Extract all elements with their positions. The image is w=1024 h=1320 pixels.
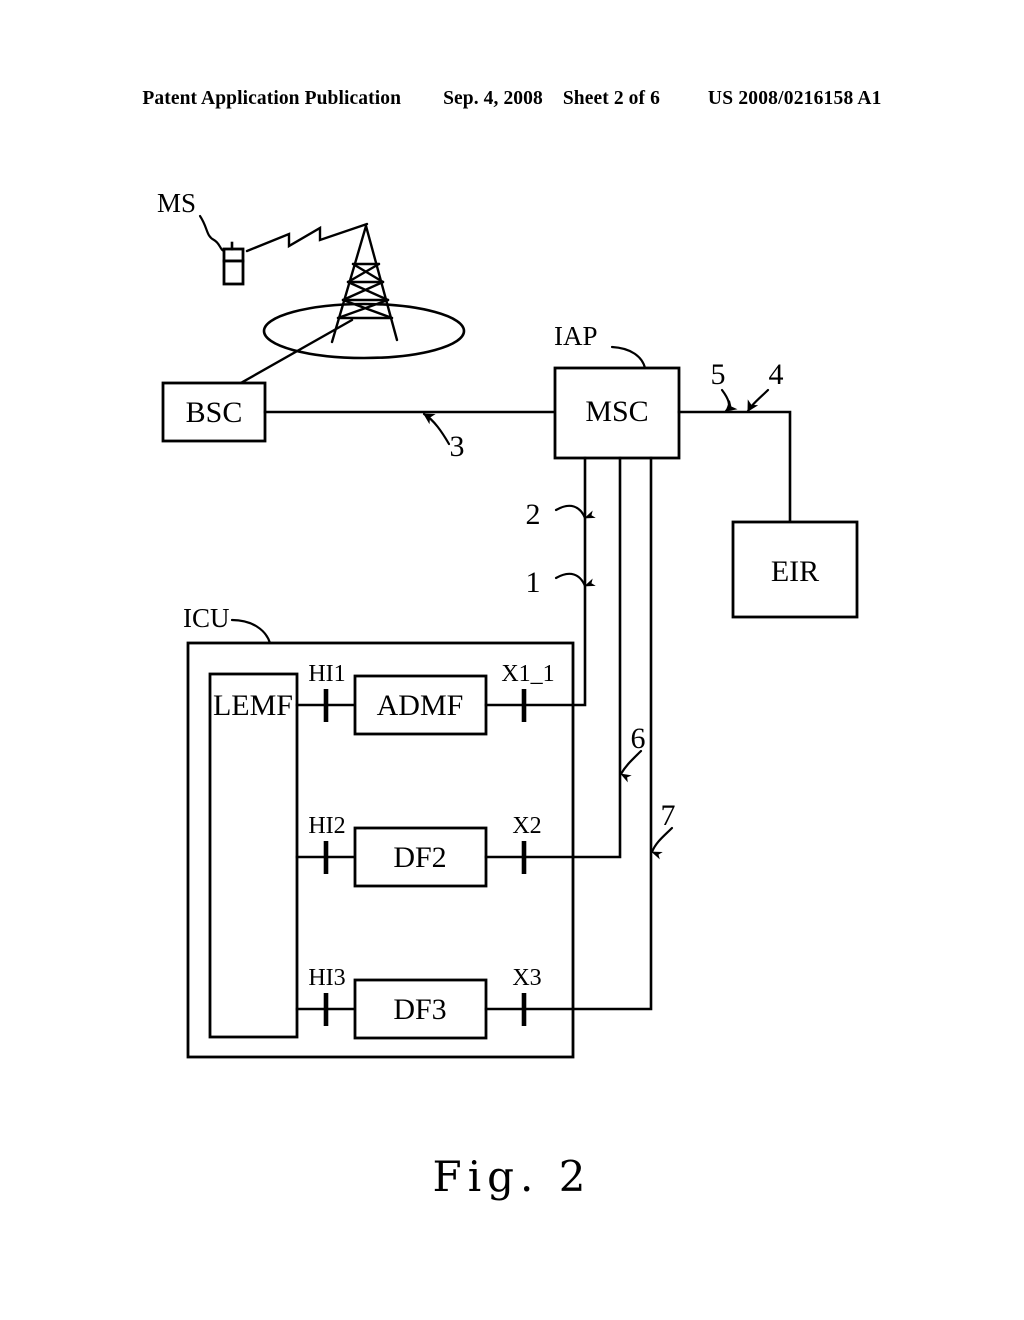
ref-numeral-2: 2 bbox=[526, 498, 541, 531]
mobile-station-group: MS bbox=[157, 188, 369, 286]
label-x1-1: X1_1 bbox=[501, 661, 554, 687]
base-station-tower-group bbox=[230, 224, 466, 390]
tower-cross-3a bbox=[341, 298, 394, 320]
ref-numeral-1: 1 bbox=[526, 566, 541, 599]
ms-handset-body bbox=[222, 259, 245, 286]
label-df2: DF2 bbox=[393, 841, 446, 874]
iap-leader-line bbox=[610, 345, 647, 370]
figure-caption: Fig. 2 bbox=[432, 1152, 592, 1201]
label-lemf: LEMF bbox=[213, 689, 293, 722]
label-hi1: HI1 bbox=[308, 661, 345, 687]
link-bsc-msc-group: 3 bbox=[263, 410, 557, 463]
ref-3-leader bbox=[422, 412, 451, 446]
ms-handset-screen bbox=[222, 247, 245, 263]
lemf-node-group: LEMF bbox=[208, 672, 299, 1039]
label-x3: X3 bbox=[512, 965, 541, 991]
ref-numeral-7: 7 bbox=[661, 799, 676, 832]
icu-leader-line bbox=[230, 618, 272, 645]
label-bsc: BSC bbox=[186, 396, 243, 429]
ref-5-leader bbox=[720, 388, 738, 413]
label-icu: ICU bbox=[183, 603, 230, 633]
ref-1-leader bbox=[554, 572, 596, 588]
ref-4-leader bbox=[746, 388, 770, 413]
radio-link-bolt-icon bbox=[245, 222, 369, 253]
ref-numeral-5: 5 bbox=[711, 358, 726, 391]
coverage-area-ellipse bbox=[262, 302, 466, 360]
label-df3: DF3 bbox=[393, 993, 446, 1026]
label-x2: X2 bbox=[512, 813, 541, 839]
msc-node-group: MSC IAP bbox=[553, 321, 681, 460]
patent-figure-page: Patent Application Publication Sep. 4, 2… bbox=[0, 0, 1024, 1320]
tower-cross-3b bbox=[336, 298, 390, 320]
label-hi2: HI2 bbox=[308, 813, 345, 839]
label-hi3: HI3 bbox=[308, 965, 345, 991]
ref-numeral-6: 6 bbox=[631, 722, 646, 755]
link-msc-eir-group: 5 4 bbox=[677, 358, 792, 524]
tower-to-bsc-link bbox=[230, 318, 354, 390]
msc-x2-link-line bbox=[571, 456, 622, 859]
lemf-box bbox=[208, 672, 299, 1039]
label-ms: MS bbox=[157, 188, 196, 218]
bsc-node-group: BSC bbox=[161, 381, 267, 443]
ms-leader-line bbox=[198, 214, 228, 254]
ref-2-leader bbox=[554, 504, 596, 520]
ref-numeral-3: 3 bbox=[450, 430, 465, 463]
label-eir: EIR bbox=[771, 555, 819, 588]
msc-eir-link-line bbox=[677, 410, 792, 524]
label-iap: IAP bbox=[554, 321, 598, 351]
figure-2-drawing: MS BSC 3 MSC IAP 5 4 EIR 2 1 6 7 ICU LEM… bbox=[157, 188, 859, 1059]
tower-leg-left bbox=[330, 224, 368, 344]
label-admf: ADMF bbox=[377, 689, 464, 722]
ref-numeral-4: 4 bbox=[769, 358, 784, 391]
eir-node-group: EIR bbox=[731, 520, 859, 619]
label-msc: MSC bbox=[585, 395, 648, 428]
